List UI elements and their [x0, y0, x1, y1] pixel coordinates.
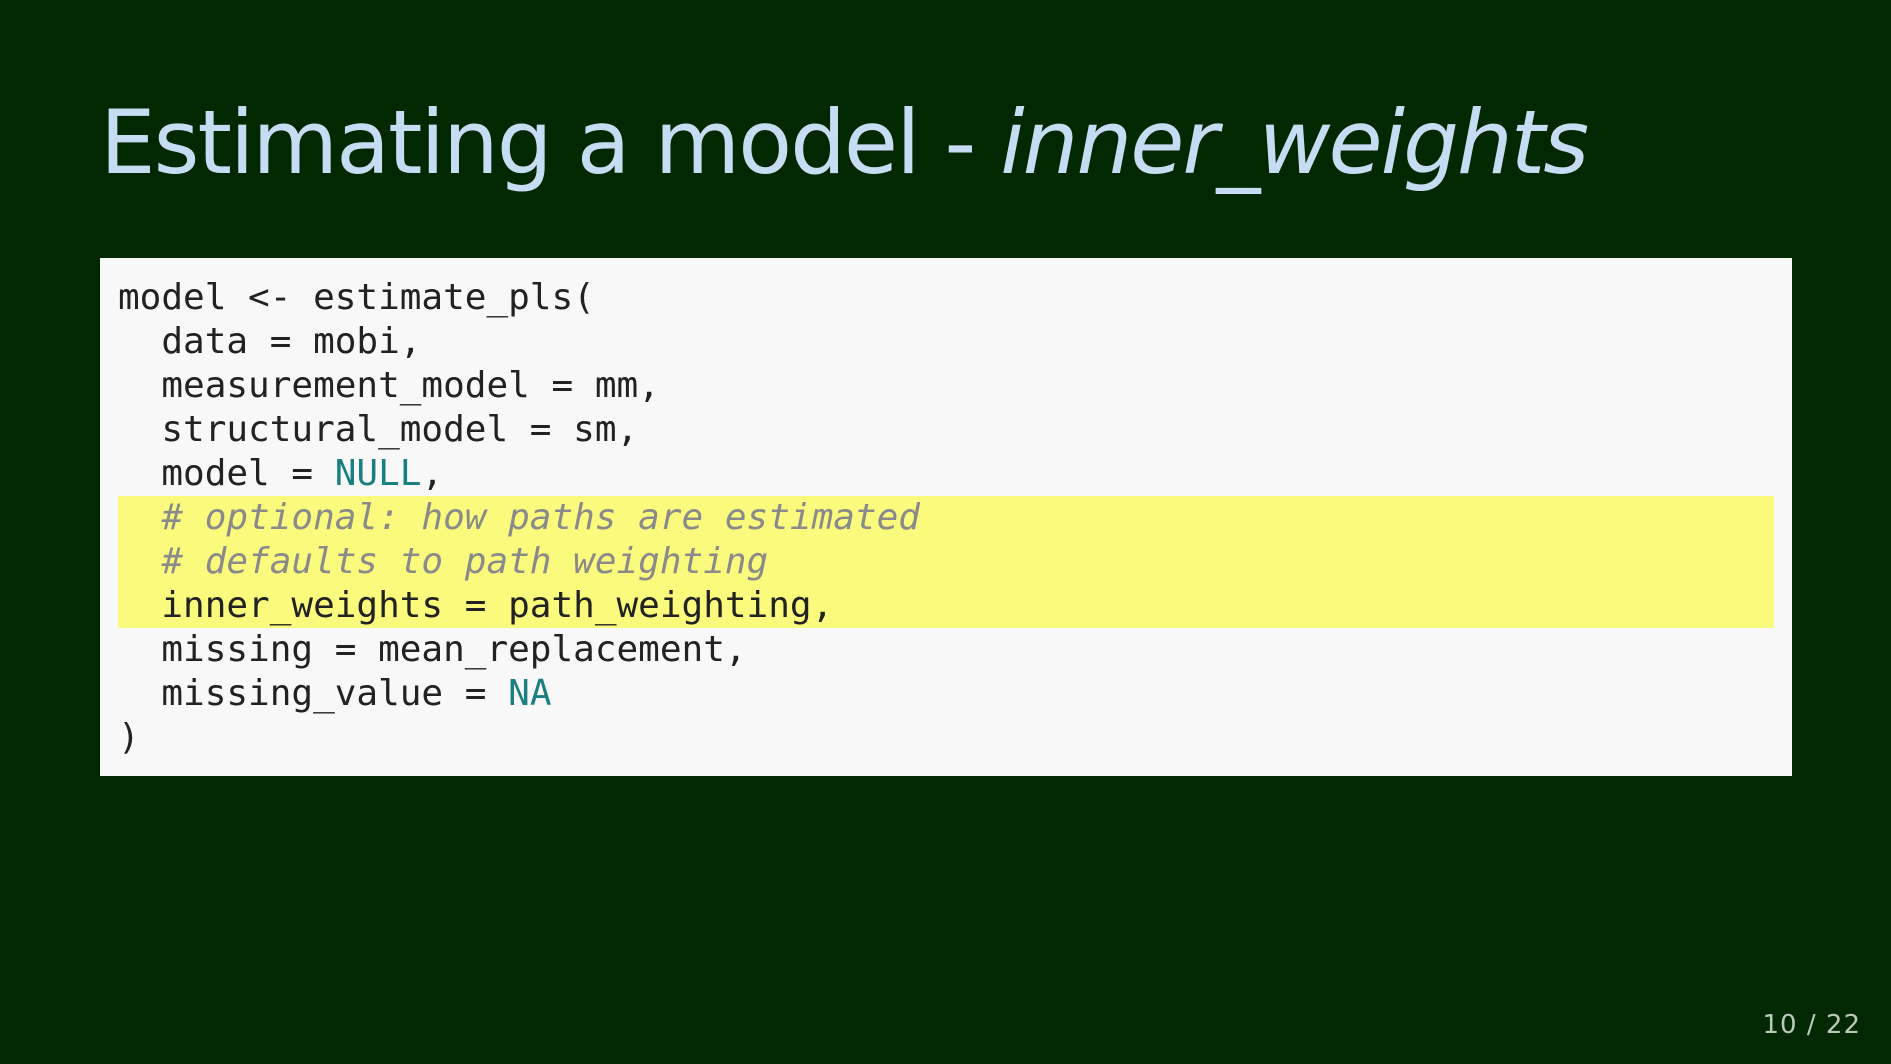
code-text: structural_model = sm,	[118, 409, 639, 450]
page-total: 22	[1825, 1010, 1861, 1040]
slide-page-counter: 10 / 22	[1763, 1010, 1861, 1040]
page-current: 10	[1762, 1010, 1798, 1040]
code-constant-null: NULL	[334, 453, 422, 494]
code-line-1: model <- estimate_pls(	[118, 276, 1774, 320]
code-line-7-highlighted: # defaults to path weighting	[118, 540, 1774, 584]
code-line-6-highlighted: # optional: how paths are estimated	[118, 496, 1774, 540]
code-comment: # defaults to path weighting	[118, 541, 769, 582]
code-text: inner_weights = path_weighting,	[118, 585, 834, 626]
page-separator: /	[1797, 1010, 1826, 1040]
code-text: data = mobi,	[118, 321, 422, 362]
code-text: )	[118, 717, 140, 758]
code-block: model <- estimate_pls( data = mobi, meas…	[100, 258, 1792, 776]
code-line-8-highlighted: inner_weights = path_weighting,	[118, 584, 1774, 628]
code-text: ,	[421, 453, 444, 494]
slide: Estimating a model - inner_weights model…	[0, 0, 1891, 1064]
slide-title-plain: Estimating a model -	[100, 91, 1001, 194]
slide-title: Estimating a model - inner_weights	[100, 88, 1589, 198]
code-text: model =	[118, 453, 335, 494]
code-text: measurement_model = mm,	[118, 365, 660, 406]
code-text: model <- estimate_pls(	[118, 277, 595, 318]
code-line-10: missing_value = NA	[118, 672, 1774, 716]
code-text: missing = mean_replacement,	[118, 629, 747, 670]
code-text: missing_value =	[118, 673, 509, 714]
code-line-11: )	[118, 716, 1774, 760]
code-line-9: missing = mean_replacement,	[118, 628, 1774, 672]
code-comment: # optional: how paths are estimated	[118, 497, 920, 538]
slide-title-emphasis: inner_weights	[1000, 91, 1589, 194]
code-line-5: model = NULL,	[118, 452, 1774, 496]
code-line-4: structural_model = sm,	[118, 408, 1774, 452]
code-line-2: data = mobi,	[118, 320, 1774, 364]
code-constant-na: NA	[508, 673, 552, 714]
code-line-3: measurement_model = mm,	[118, 364, 1774, 408]
